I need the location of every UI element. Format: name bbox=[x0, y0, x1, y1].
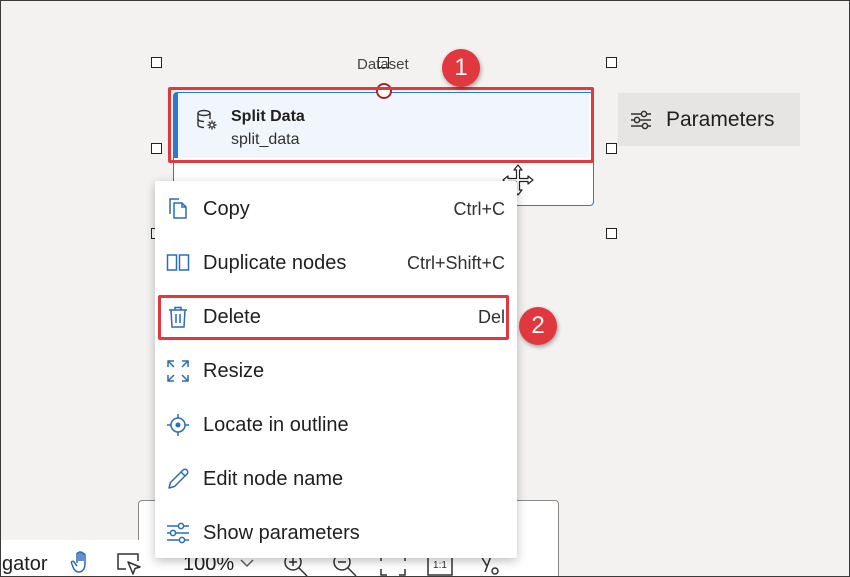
menu-item-shortcut: Ctrl+Shift+C bbox=[406, 252, 505, 273]
copy-icon bbox=[169, 198, 187, 219]
menu-item-label: Resize bbox=[203, 359, 265, 382]
sliders-icon bbox=[167, 522, 189, 544]
annotation-highlight-delete bbox=[158, 295, 509, 340]
pencil-icon bbox=[168, 468, 189, 489]
menu-item-copy[interactable]: Copy Ctrl+C bbox=[155, 182, 517, 236]
hand-pan-icon[interactable] bbox=[70, 549, 94, 575]
svg-text:1:1: 1:1 bbox=[433, 560, 447, 571]
resize-handle-top-right[interactable] bbox=[606, 57, 617, 68]
annotation-badge-2: 2 bbox=[519, 307, 557, 345]
parameters-button[interactable]: Parameters bbox=[618, 93, 800, 146]
menu-item-locate-in-outline[interactable]: Locate in outline bbox=[155, 398, 517, 452]
menu-item-label: Duplicate nodes bbox=[203, 251, 347, 274]
menu-item-resize[interactable]: Resize bbox=[155, 344, 517, 398]
resize-handle-middle-left[interactable] bbox=[151, 143, 162, 154]
menu-item-label: Edit node name bbox=[203, 467, 344, 490]
menu-item-edit-node-name[interactable]: Edit node name bbox=[155, 452, 517, 506]
dataset-port-label: Dataset bbox=[357, 56, 409, 73]
resize-icon bbox=[167, 360, 189, 382]
navigator-label[interactable]: gator bbox=[2, 553, 48, 576]
menu-item-label: Locate in outline bbox=[203, 413, 349, 436]
resize-handle-middle-right[interactable] bbox=[606, 143, 617, 154]
annotation-highlight-node bbox=[168, 87, 594, 163]
resize-handle-bottom-right[interactable] bbox=[606, 228, 617, 239]
menu-item-label: Show parameters bbox=[203, 521, 360, 544]
menu-item-duplicate-nodes[interactable]: Duplicate nodes Ctrl+Shift+C bbox=[155, 236, 517, 290]
select-cursor-icon[interactable] bbox=[116, 552, 142, 576]
menu-item-shortcut: Ctrl+C bbox=[453, 198, 505, 219]
menu-item-label: Copy bbox=[203, 197, 250, 220]
parameters-button-label: Parameters bbox=[666, 107, 775, 131]
context-menu: Copy Ctrl+C Duplicate nodes Ctrl+Shift+C… bbox=[155, 181, 517, 558]
locate-icon bbox=[167, 414, 189, 436]
sliders-icon bbox=[631, 110, 651, 129]
resize-handle-top-left[interactable] bbox=[151, 57, 162, 68]
annotation-badge-1: 1 bbox=[442, 49, 480, 87]
menu-item-show-parameters[interactable]: Show parameters bbox=[155, 506, 517, 560]
duplicate-icon bbox=[166, 254, 190, 271]
